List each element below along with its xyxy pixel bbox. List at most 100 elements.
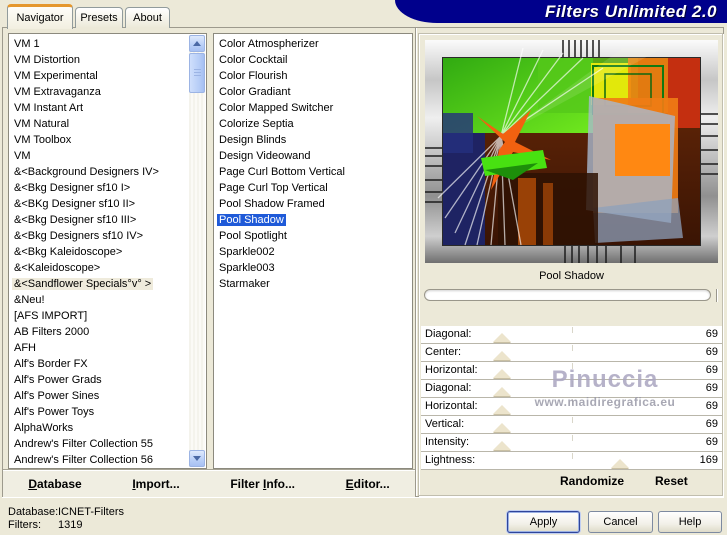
slider-row: Center: 69 <box>421 344 722 362</box>
list-item[interactable]: &<Bkg Designer sf10 III> <box>10 212 189 228</box>
library-button[interactable]: Filter Info... <box>230 477 295 491</box>
slider-thumb[interactable] <box>493 405 512 414</box>
list-item[interactable]: VM <box>10 148 189 164</box>
list-item[interactable]: Colorize Septia <box>215 116 410 132</box>
tab-label: Presets <box>80 12 118 24</box>
list-item[interactable]: &<Bkg Designer sf10 I> <box>10 180 189 196</box>
slider-thumb[interactable] <box>493 333 512 342</box>
list-item[interactable]: Alf's Border FX <box>10 356 189 372</box>
status-label: Filters: <box>8 519 41 531</box>
list-item[interactable]: &<Background Designers IV> <box>10 164 189 180</box>
arrow-down-icon <box>193 456 201 461</box>
slider-label: Intensity: <box>425 436 470 448</box>
slider-row: Diagonal: 69 <box>421 380 722 398</box>
list-item[interactable]: &<Kaleidoscope> <box>10 260 189 276</box>
tab-label: About <box>133 12 162 24</box>
library-button[interactable]: Import... <box>132 477 179 491</box>
reset-button[interactable]: Reset <box>655 474 688 488</box>
list-item[interactable]: Alf's Power Grads <box>10 372 189 388</box>
list-item[interactable]: Pool Shadow Framed <box>215 196 410 212</box>
slider-row: Horizontal: 69 <box>421 398 722 416</box>
tab-about[interactable]: About <box>125 7 170 28</box>
list-item[interactable]: Color Mapped Switcher <box>215 100 410 116</box>
slider-thumb[interactable] <box>493 387 512 396</box>
list-item[interactable]: VM 1 <box>10 36 189 52</box>
slider-thumb[interactable] <box>493 423 512 432</box>
list-item[interactable]: AFH <box>10 340 189 356</box>
list-item[interactable]: VM Experimental <box>10 68 189 84</box>
cancel-button[interactable]: Cancel <box>588 511 653 533</box>
list-item[interactable]: VM Extravaganza <box>10 84 189 100</box>
slider-label: Lightness: <box>425 454 476 466</box>
slider-thumb[interactable] <box>493 369 512 378</box>
status-value: 1319 <box>58 519 83 531</box>
list-item[interactable]: AB Filters 2000 <box>10 324 189 340</box>
slider-center-tick <box>571 381 573 387</box>
library-button[interactable]: Editor... <box>346 477 390 491</box>
slider-value: 69 <box>705 436 718 448</box>
slider-value: 69 <box>705 382 718 394</box>
list-item[interactable]: Color Gradiant <box>215 84 410 100</box>
slider-value: 69 <box>705 418 718 430</box>
list-item[interactable]: Design Blinds <box>215 132 410 148</box>
slider-thumb[interactable] <box>611 459 630 468</box>
list-item[interactable]: VM Toolbox <box>10 132 189 148</box>
window-title: Filters Unlimited 2.0 <box>544 2 717 21</box>
scroll-up-button[interactable] <box>189 35 205 52</box>
library-button[interactable]: Database <box>28 477 81 491</box>
help-button[interactable]: Help <box>658 511 722 533</box>
scrollbar-thumb[interactable] <box>189 53 205 93</box>
scroll-down-button[interactable] <box>189 450 205 467</box>
scrollbar[interactable] <box>189 35 205 467</box>
slider-center-tick <box>571 363 573 369</box>
list-item[interactable]: Design Videowand <box>215 148 410 164</box>
list-item[interactable]: Andrew's Filter Collection 55 <box>10 436 189 452</box>
list-item[interactable]: VM Natural <box>10 116 189 132</box>
list-item[interactable]: &<Bkg Designers sf10 IV> <box>10 228 189 244</box>
slider-row: Lightness: 169 <box>421 452 722 470</box>
list-item[interactable]: Color Cocktail <box>215 52 410 68</box>
slider-thumb[interactable] <box>493 441 512 450</box>
list-item[interactable]: Color Flourish <box>215 68 410 84</box>
list-item[interactable]: AlphaWorks <box>10 420 189 436</box>
title-banner: Filters Unlimited 2.0 <box>395 0 727 23</box>
list-item[interactable]: Page Curl Bottom Vertical <box>215 164 410 180</box>
slider-value: 169 <box>699 454 718 466</box>
randomize-button[interactable]: Randomize <box>560 474 624 488</box>
list-item[interactable]: VM Distortion <box>10 52 189 68</box>
tab-presets[interactable]: Presets <box>75 7 123 28</box>
list-item[interactable]: VM Instant Art <box>10 100 189 116</box>
list-item[interactable]: Andrew's Filter Collection 56 <box>10 452 189 467</box>
list-item[interactable]: &<BKg Designer sf10 II> <box>10 196 189 212</box>
list-item[interactable]: &Neu! <box>10 292 189 308</box>
list-item[interactable]: Pool Shadow <box>215 212 410 228</box>
tab-navigator[interactable]: Navigator <box>7 4 73 29</box>
category-listbox: VM 1 VM Distortion VM Experimental VM Extra… <box>8 33 207 469</box>
list-item[interactable]: Alf's Power Sines <box>10 388 189 404</box>
list-item[interactable]: Color Atmospherizer <box>215 36 410 52</box>
list-item[interactable]: &<Sandflower Specials°v° > <box>10 276 189 292</box>
category-items: VM 1 VM Distortion VM Experimental VM Extra… <box>10 36 189 467</box>
list-item[interactable]: Sparkle002 <box>215 244 410 260</box>
panel-divider <box>415 28 416 496</box>
list-item[interactable]: Page Curl Top Vertical <box>215 180 410 196</box>
slider-panel: Diagonal: 69 Center: 69 Horizontal: 69 Diagona… <box>421 326 722 470</box>
slider-center-tick <box>571 399 573 405</box>
list-item[interactable]: [AFS IMPORT] <box>10 308 189 324</box>
slider-center-tick <box>571 453 573 459</box>
list-item[interactable]: Starmaker <box>215 276 410 292</box>
tab-label: Navigator <box>16 12 64 24</box>
list-item[interactable]: Alf's Power Toys <box>10 404 189 420</box>
slider-label: Vertical: <box>425 418 465 430</box>
list-item[interactable]: Sparkle003 <box>215 260 410 276</box>
filters-unlimited-dialog: Filters Unlimited 2.0 Navigator Presets … <box>0 0 727 535</box>
slider-center-tick <box>571 417 573 423</box>
list-item[interactable]: Pool Spotlight <box>215 228 410 244</box>
slider-row: Diagonal: 69 <box>421 326 722 344</box>
slider-thumb[interactable] <box>493 351 512 360</box>
apply-button[interactable]: Apply <box>507 511 580 533</box>
filter-items: Color Atmospherizer Color Cocktail Color F… <box>215 36 410 467</box>
slider-center-tick <box>571 345 573 351</box>
library-button-strip: Database Import... Filter Info... Editor... <box>3 470 415 497</box>
list-item[interactable]: &<Bkg Kaleidoscope> <box>10 244 189 260</box>
